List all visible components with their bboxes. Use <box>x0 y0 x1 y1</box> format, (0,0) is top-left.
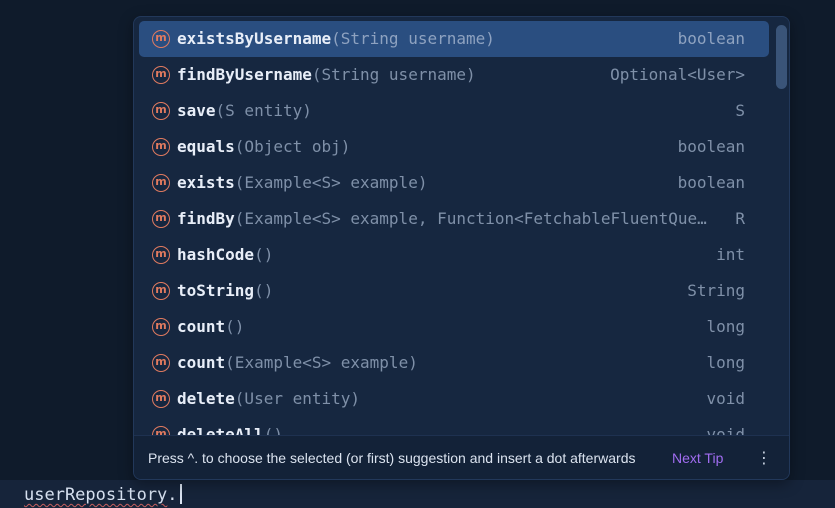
method-icon: m <box>152 174 170 192</box>
method-signature: count(Example<S> example) <box>177 345 418 381</box>
method-params: (String username) <box>331 29 495 48</box>
method-params: () <box>263 425 283 435</box>
return-type: S <box>735 101 745 120</box>
method-name: exists <box>177 173 235 192</box>
method-params: (User entity) <box>234 389 361 408</box>
completion-item[interactable]: m exists(Example<S> example) boolean <box>139 165 769 201</box>
method-params: (Object obj) <box>234 137 351 156</box>
return-type: boolean <box>677 137 745 156</box>
method-icon: m <box>152 318 170 336</box>
method-signature: delete(User entity) <box>177 381 360 417</box>
method-name: delete <box>177 389 235 408</box>
completion-item[interactable]: m count(Example<S> example) long <box>139 345 769 381</box>
completion-item[interactable]: m deleteAll() void <box>139 417 769 435</box>
method-icon: m <box>152 210 170 228</box>
method-name: count <box>177 317 226 336</box>
method-signature: existsByUsername(String username) <box>177 21 495 57</box>
text-caret <box>179 484 182 504</box>
method-signature: hashCode() <box>177 237 273 273</box>
code-line[interactable]: userRepository. <box>24 484 182 506</box>
method-icon: m <box>152 66 170 84</box>
completion-item[interactable]: m existsByUsername(String username) boolea… <box>139 21 769 57</box>
method-signature: save(S entity) <box>177 93 312 129</box>
method-icon: m <box>152 426 170 435</box>
method-params: (Example<S> example, Function<FetchableF… <box>234 209 707 228</box>
completion-list: m existsByUsername(String username) boolea… <box>134 17 774 435</box>
method-params: () <box>254 245 274 264</box>
completion-item[interactable]: m hashCode() int <box>139 237 769 273</box>
method-signature: findByUsername(String username) <box>177 57 476 93</box>
completion-footer: Press ^. to choose the selected (or firs… <box>134 435 789 479</box>
method-params: (String username) <box>311 65 476 84</box>
method-name: hashCode <box>177 245 255 264</box>
return-type: boolean <box>677 29 745 48</box>
method-signature: toString() <box>177 273 273 309</box>
method-signature: count() <box>177 309 244 345</box>
completion-scrollbar[interactable] <box>774 21 789 431</box>
completion-item[interactable]: m delete(User entity) void <box>139 381 769 417</box>
completion-item[interactable]: m findByUsername(String username) Optional… <box>139 57 769 93</box>
completion-item[interactable]: m equals(Object obj) boolean <box>139 129 769 165</box>
method-params: () <box>254 281 274 300</box>
return-type: long <box>706 353 745 372</box>
method-name: deleteAll <box>177 425 264 435</box>
return-type: void <box>706 389 745 408</box>
return-type: boolean <box>677 173 745 192</box>
method-params: () <box>225 317 245 336</box>
return-type: int <box>716 245 745 264</box>
completion-item[interactable]: m toString() String <box>139 273 769 309</box>
next-tip-link[interactable]: Next Tip <box>672 436 723 479</box>
method-signature: exists(Example<S> example) <box>177 165 427 201</box>
method-params: (Example<S> example) <box>225 353 418 372</box>
return-type: void <box>706 425 745 435</box>
method-icon: m <box>152 30 170 48</box>
footer-hint: Press ^. to choose the selected (or firs… <box>148 450 636 466</box>
return-type: R <box>735 209 745 228</box>
method-signature: equals(Object obj) <box>177 129 350 165</box>
completion-item[interactable]: m count() long <box>139 309 769 345</box>
method-icon: m <box>152 246 170 264</box>
code-dot: . <box>167 485 178 505</box>
method-icon: m <box>152 138 170 156</box>
method-name: findByUsername <box>177 65 312 84</box>
method-name: count <box>177 353 226 372</box>
method-name: findBy <box>177 209 235 228</box>
method-icon: m <box>152 282 170 300</box>
method-params: (S entity) <box>215 101 312 120</box>
method-name: save <box>177 101 216 120</box>
return-type: String <box>687 281 745 300</box>
return-type: Optional<User> <box>610 65 745 84</box>
method-icon: m <box>152 354 170 372</box>
more-vertical-icon[interactable]: ⋮ <box>754 448 774 468</box>
scrollbar-thumb[interactable] <box>776 25 787 89</box>
method-signature: findBy(Example<S> example, Function<Fetc… <box>177 201 707 237</box>
method-name: existsByUsername <box>177 29 332 48</box>
code-identifier: userRepository <box>24 485 168 505</box>
completion-item[interactable]: m save(S entity) S <box>139 93 769 129</box>
completion-item[interactable]: m findBy(Example<S> example, Function<Fet… <box>139 201 769 237</box>
completion-popup: m existsByUsername(String username) boolea… <box>133 16 790 480</box>
method-name: equals <box>177 137 235 156</box>
method-icon: m <box>152 390 170 408</box>
method-icon: m <box>152 102 170 120</box>
method-signature: deleteAll() <box>177 417 283 435</box>
return-type: long <box>706 317 745 336</box>
method-params: (Example<S> example) <box>234 173 428 192</box>
method-name: toString <box>177 281 255 300</box>
